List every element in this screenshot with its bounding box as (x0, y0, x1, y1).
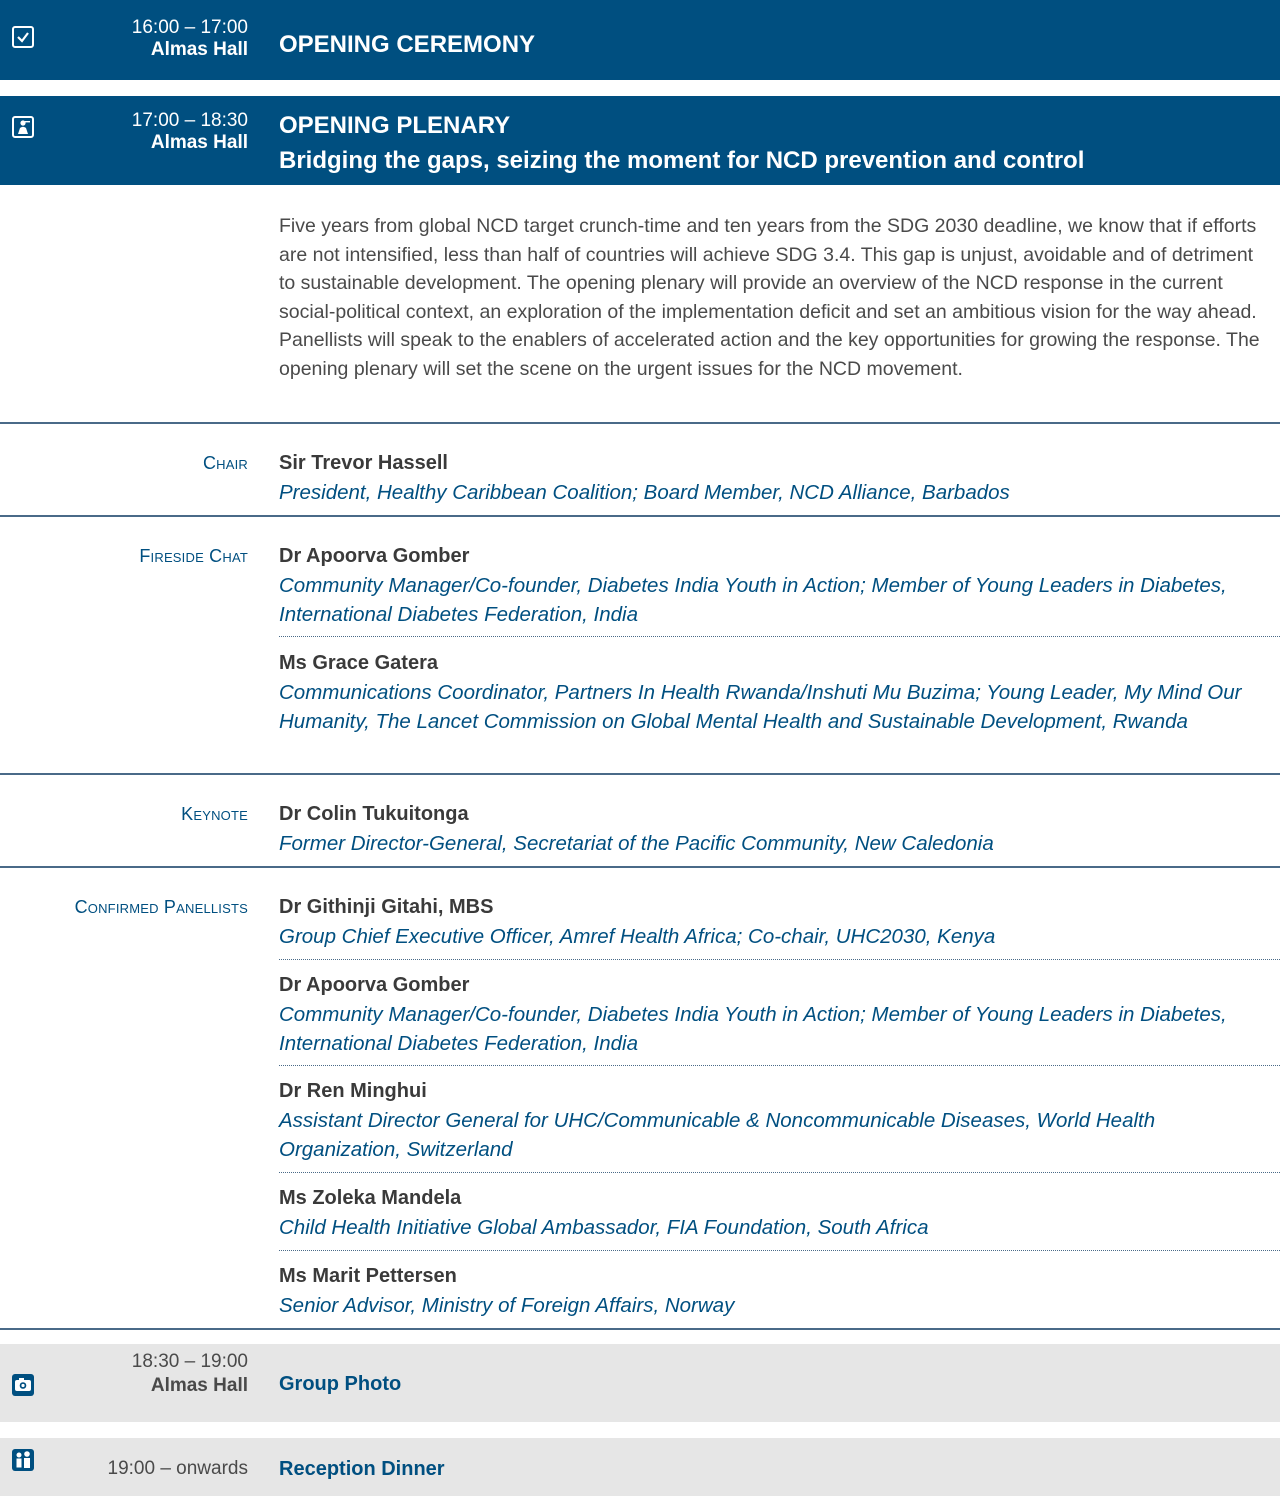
session-subtitle: Bridging the gaps, seizing the moment fo… (279, 147, 1085, 174)
session-time: 17:00 – 18:30 Almas Hall (131, 110, 248, 153)
role-label-keynote: Keynote (181, 804, 248, 824)
speaker-name: Dr Ren Minghui (279, 1080, 427, 1102)
session-reception-dinner: 19:00 – onwards Reception Dinner (0, 1438, 1280, 1496)
divider (0, 515, 1280, 517)
role-label-fireside: Fireside Chat (139, 546, 248, 566)
divider (0, 1328, 1280, 1330)
session-venue: Almas Hall (150, 1375, 248, 1396)
camera-icon (12, 1374, 34, 1396)
session-time: 18:30 – 19:00 Almas Hall (131, 1351, 248, 1396)
dotted-divider (279, 636, 1280, 637)
session-time: 16:00 – 17:00 Almas Hall (131, 17, 248, 60)
dotted-divider (279, 959, 1280, 960)
speaker-affiliation: Senior Advisor, Ministry of Foreign Affa… (279, 1294, 735, 1317)
speaker-affiliation: Communications Coordinator, Partners In … (279, 681, 1242, 733)
speaker-name: Dr Apoorva Gomber (279, 974, 470, 996)
session-venue: Almas Hall (150, 39, 248, 60)
speaker-affiliation: Child Health Initiative Global Ambassado… (279, 1216, 929, 1239)
dotted-divider (279, 1065, 1280, 1066)
speaker-name: Dr Apoorva Gomber (279, 545, 470, 567)
people-icon (12, 1449, 34, 1471)
speaker-name: Dr Githinji Gitahi, MBS (279, 896, 494, 918)
divider (0, 422, 1280, 424)
session-opening-ceremony: 16:00 – 17:00 Almas Hall OPENING CEREMON… (0, 0, 1280, 80)
checkbox-icon (12, 26, 34, 48)
session-title: Reception Dinner (279, 1458, 445, 1480)
session-time: 19:00 – onwards (107, 1458, 249, 1479)
speaker-affiliation: Assistant Director General for UHC/Commu… (279, 1109, 1156, 1161)
role-label-panellists: Confirmed Panellists (74, 897, 248, 917)
session-title: OPENING PLENARY (279, 112, 511, 139)
speaker-name: Sir Trevor Hassell (279, 452, 448, 474)
speaker-name: Ms Marit Pettersen (279, 1265, 457, 1287)
speaker-name: Ms Zoleka Mandela (279, 1187, 462, 1209)
divider (0, 866, 1280, 868)
session-description: Five years from global NCD target crunch… (279, 215, 1260, 380)
session-opening-plenary: 17:00 – 18:30 Almas Hall OPENING PLENARY… (0, 96, 1280, 185)
speaker-affiliation: President, Healthy Caribbean Coalition; … (279, 481, 1010, 504)
speaker-name: Dr Colin Tukuitonga (279, 803, 469, 825)
speaker-affiliation: Community Manager/Co-founder, Diabetes I… (279, 574, 1227, 626)
session-venue: Almas Hall (150, 132, 248, 153)
speaker-name: Ms Grace Gatera (279, 652, 438, 674)
divider (0, 773, 1280, 775)
speaker-affiliation: Community Manager/Co-founder, Diabetes I… (279, 1003, 1227, 1055)
dotted-divider (279, 1250, 1280, 1251)
role-label-chair: Chair (202, 453, 248, 473)
session-group-photo: 18:30 – 19:00 Almas Hall Group Photo (0, 1344, 1280, 1422)
session-title: Group Photo (279, 1373, 402, 1395)
dotted-divider (279, 1172, 1280, 1173)
speaker-affiliation: Former Director-General, Secretariat of … (279, 832, 994, 855)
speaker-affiliation: Group Chief Executive Officer, Amref Hea… (279, 925, 996, 948)
session-title: OPENING CEREMONY (279, 31, 536, 58)
presenter-icon (12, 116, 34, 138)
